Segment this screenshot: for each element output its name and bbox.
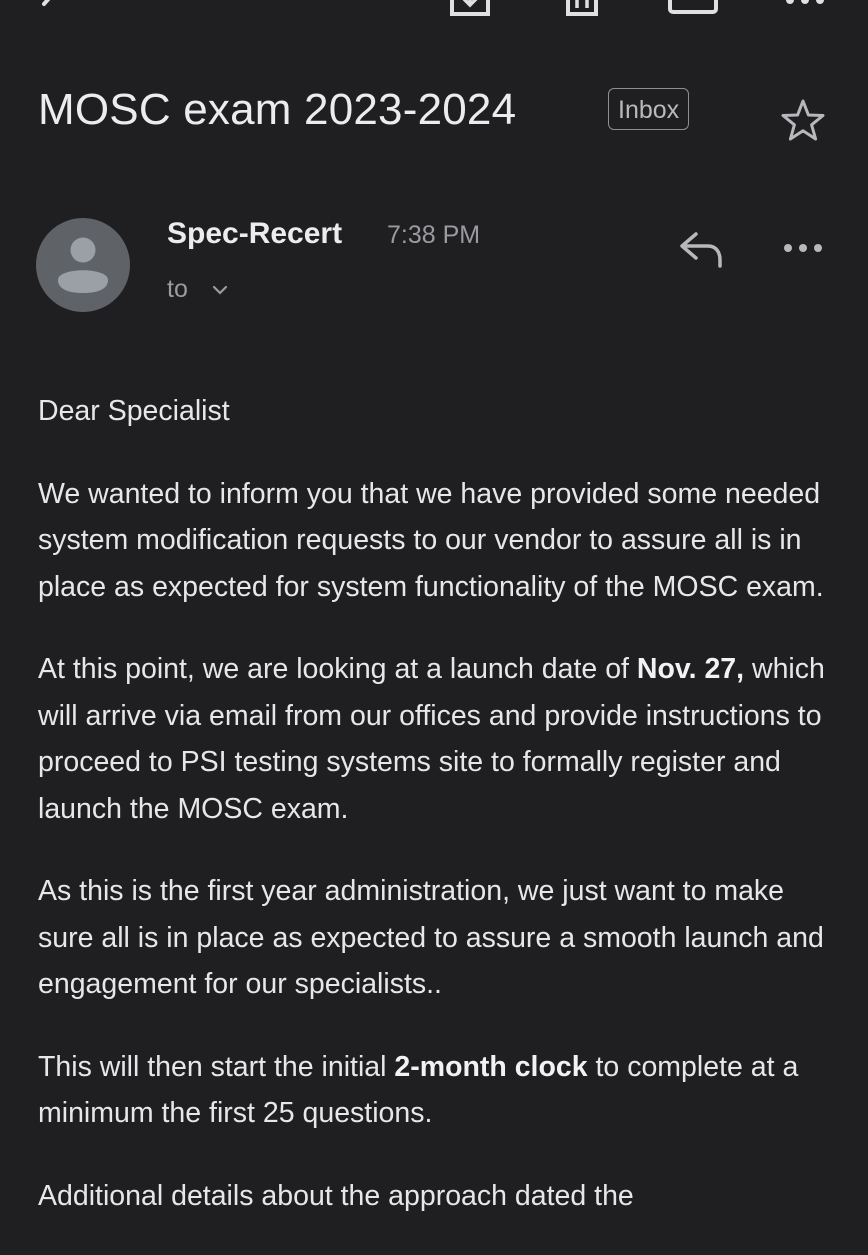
paragraph-2: At this point, we are looking at a launc… <box>38 646 838 832</box>
launch-date: Nov. 27, <box>636 653 745 685</box>
subject-row: MOSC exam 2023-2024 Inbox <box>38 82 838 142</box>
greeting: Dear Specialist <box>38 395 230 427</box>
email-subject: MOSC exam 2023-2024 <box>38 85 517 134</box>
paragraph-5-partial: Additional details about the approach da… <box>38 1179 634 1212</box>
paragraph-1: We wanted to inform you that we have pro… <box>38 477 824 603</box>
chevron-down-icon <box>212 285 228 295</box>
inbox-label-chip[interactable]: Inbox <box>608 88 690 130</box>
sender-name[interactable]: Spec-Recert <box>167 215 342 253</box>
back-arrow-icon[interactable] <box>30 0 70 16</box>
avatar[interactable] <box>36 218 130 312</box>
to-label: to <box>167 275 188 303</box>
archive-icon[interactable] <box>448 0 492 16</box>
more-options-icon[interactable] <box>782 238 824 258</box>
email-body: Dear Specialist We wanted to inform you … <box>38 388 838 1255</box>
p4-text-a: This will then start the initial <box>38 1050 395 1083</box>
delete-icon[interactable] <box>564 0 600 16</box>
clock-duration: 2-month clock <box>394 1050 588 1083</box>
star-icon[interactable] <box>780 98 826 144</box>
paragraph-4: This will then start the initial 2-month… <box>38 1044 838 1137</box>
p2-text-a: At this point, we are looking at a launc… <box>38 653 637 685</box>
more-icon[interactable] <box>784 0 826 16</box>
timestamp: 7:38 PM <box>387 221 481 249</box>
sender-row: Spec-Recert 7:38 PM to <box>36 215 836 318</box>
reply-icon[interactable] <box>678 228 726 268</box>
mail-icon[interactable] <box>668 0 718 16</box>
paragraph-3: As this is the first year administration… <box>38 875 824 1000</box>
top-toolbar <box>0 0 868 24</box>
recipients-toggle[interactable]: to <box>167 273 228 305</box>
